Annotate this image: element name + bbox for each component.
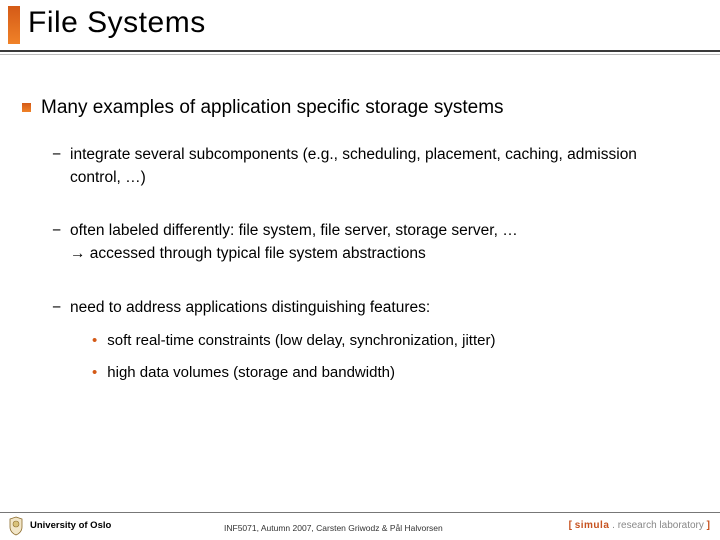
- lab-rest: . research laboratory: [609, 520, 706, 531]
- title-rule-thin: [0, 54, 720, 55]
- sub-bullet-body: need to address applications distinguish…: [70, 296, 692, 393]
- dash-icon: −: [52, 296, 66, 319]
- sub-bullet-text: integrate several subcomponents (e.g., s…: [70, 143, 692, 190]
- university-name: University of Oslo: [30, 520, 111, 531]
- square-bullet-icon: [22, 103, 31, 112]
- slide: File Systems Many examples of applicatio…: [0, 0, 720, 540]
- sub-bullet-integrate: − integrate several subcomponents (e.g.,…: [52, 143, 692, 190]
- bullet-text: Many examples of application specific st…: [41, 96, 504, 121]
- sub-bullet-labeled: − often labeled differently: file system…: [52, 219, 692, 266]
- sub-bullet-body: often labeled differently: file system, …: [70, 219, 692, 266]
- sub-bullet-features: − need to address applications distingui…: [52, 296, 692, 393]
- feature-realtime: • soft real-time constraints (low delay,…: [92, 329, 692, 353]
- sub-bullet-line1: often labeled differently: file system, …: [70, 219, 692, 242]
- lab-name: simula: [575, 520, 610, 531]
- bullet-level1: Many examples of application specific st…: [22, 96, 692, 121]
- footer-inner: University of Oslo INF5071, Autumn 2007,…: [0, 513, 720, 540]
- bullet-level3-list: • soft real-time constraints (low delay,…: [92, 329, 692, 385]
- lab-label: [ simula . research laboratory ]: [569, 520, 710, 531]
- sub-bullet-line2: → accessed through typical file system a…: [70, 242, 692, 265]
- title-rule-thick: [0, 50, 720, 52]
- course-info: INF5071, Autumn 2007, Carsten Griwodz & …: [224, 523, 443, 533]
- dash-icon: −: [52, 143, 66, 166]
- dot-bullet-icon: •: [92, 329, 97, 353]
- content-area: Many examples of application specific st…: [22, 96, 692, 423]
- dot-bullet-icon: •: [92, 361, 97, 385]
- bullet-level2-list: − integrate several subcomponents (e.g.,…: [52, 143, 692, 393]
- footer: University of Oslo INF5071, Autumn 2007,…: [0, 512, 720, 540]
- feature-datavolume: • high data volumes (storage and bandwid…: [92, 361, 692, 385]
- title-area: File Systems: [0, 0, 720, 40]
- slide-title: File Systems: [28, 6, 720, 40]
- university-crest-icon: [8, 516, 24, 536]
- dash-icon: −: [52, 219, 66, 242]
- sub-bullet-text: need to address applications distinguish…: [70, 296, 692, 319]
- title-accent-bar: [8, 6, 20, 44]
- feature-text: high data volumes (storage and bandwidth…: [107, 361, 395, 385]
- bracket-close: ]: [707, 520, 710, 531]
- feature-text: soft real-time constraints (low delay, s…: [107, 329, 495, 353]
